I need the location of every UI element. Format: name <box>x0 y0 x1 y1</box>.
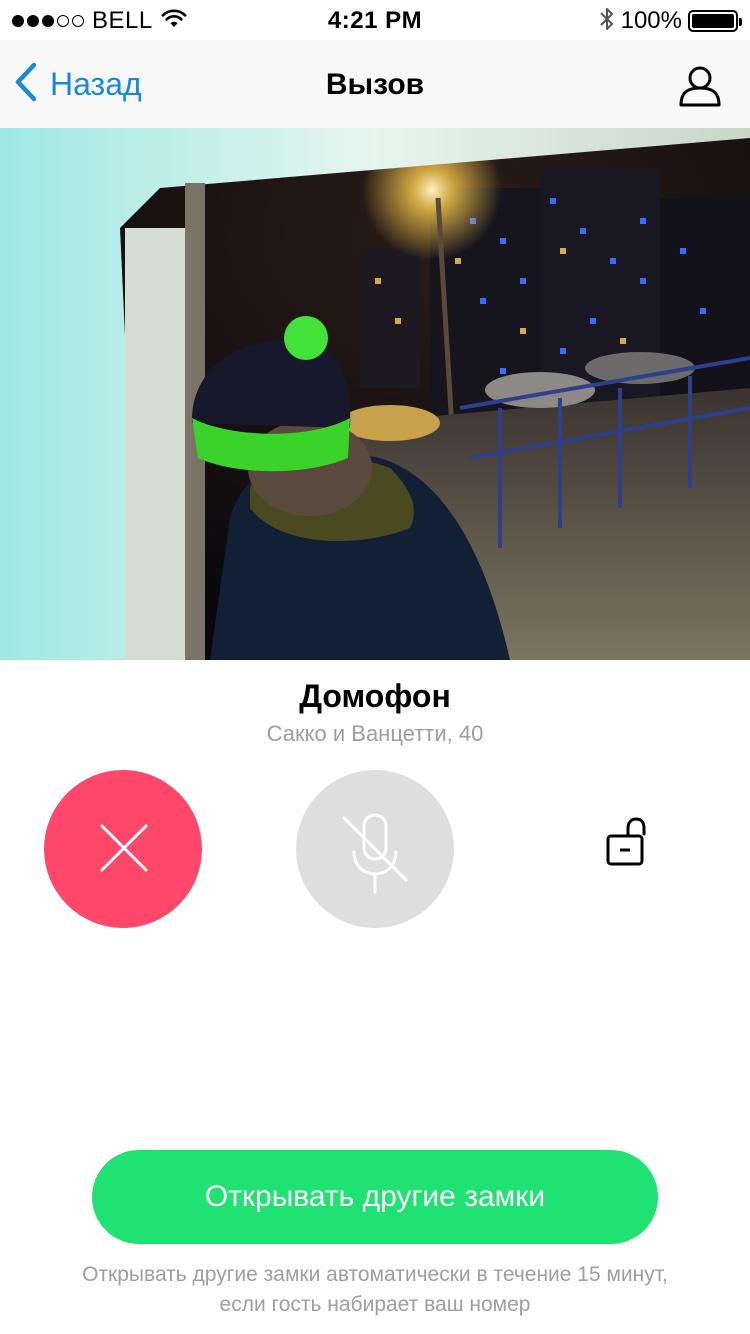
hint-line-1: Открывать другие замки автоматически в т… <box>82 1263 668 1286</box>
unlock-icon <box>606 817 646 866</box>
battery-icon <box>688 10 742 32</box>
status-right: 100% <box>599 6 742 37</box>
open-other-locks-label: Открывать другие замки <box>204 1180 546 1213</box>
call-screen: BELL 4:21 PM 100% Назад Вызов Домофон Са… <box>0 0 750 1334</box>
caller-address: Сакко и Ванцетти, 40 <box>266 721 484 746</box>
camera-frame-image <box>0 128 750 660</box>
bluetooth-icon <box>599 6 615 37</box>
auto-open-hint: Открывать другие замки автоматически в т… <box>40 1260 710 1320</box>
page-title: Вызов <box>325 68 425 101</box>
open-other-locks-button[interactable]: Открывать другие замки <box>92 1150 658 1244</box>
profile-button[interactable] <box>678 64 722 108</box>
camera-video-feed[interactable] <box>0 128 750 660</box>
unlock-door-button[interactable] <box>594 812 660 878</box>
battery-percentage: 100% <box>620 7 682 34</box>
status-bar: BELL 4:21 PM 100% <box>0 0 750 40</box>
navigation-bar: Назад Вызов <box>0 40 750 128</box>
close-icon <box>100 824 148 872</box>
caller-name: Домофон <box>299 678 451 714</box>
decline-call-button[interactable] <box>44 770 202 928</box>
user-icon <box>679 66 721 107</box>
hint-line-2: если гость набирает ваш номер <box>219 1293 531 1316</box>
mute-microphone-button[interactable] <box>296 770 454 928</box>
microphone-off-icon <box>342 813 408 894</box>
